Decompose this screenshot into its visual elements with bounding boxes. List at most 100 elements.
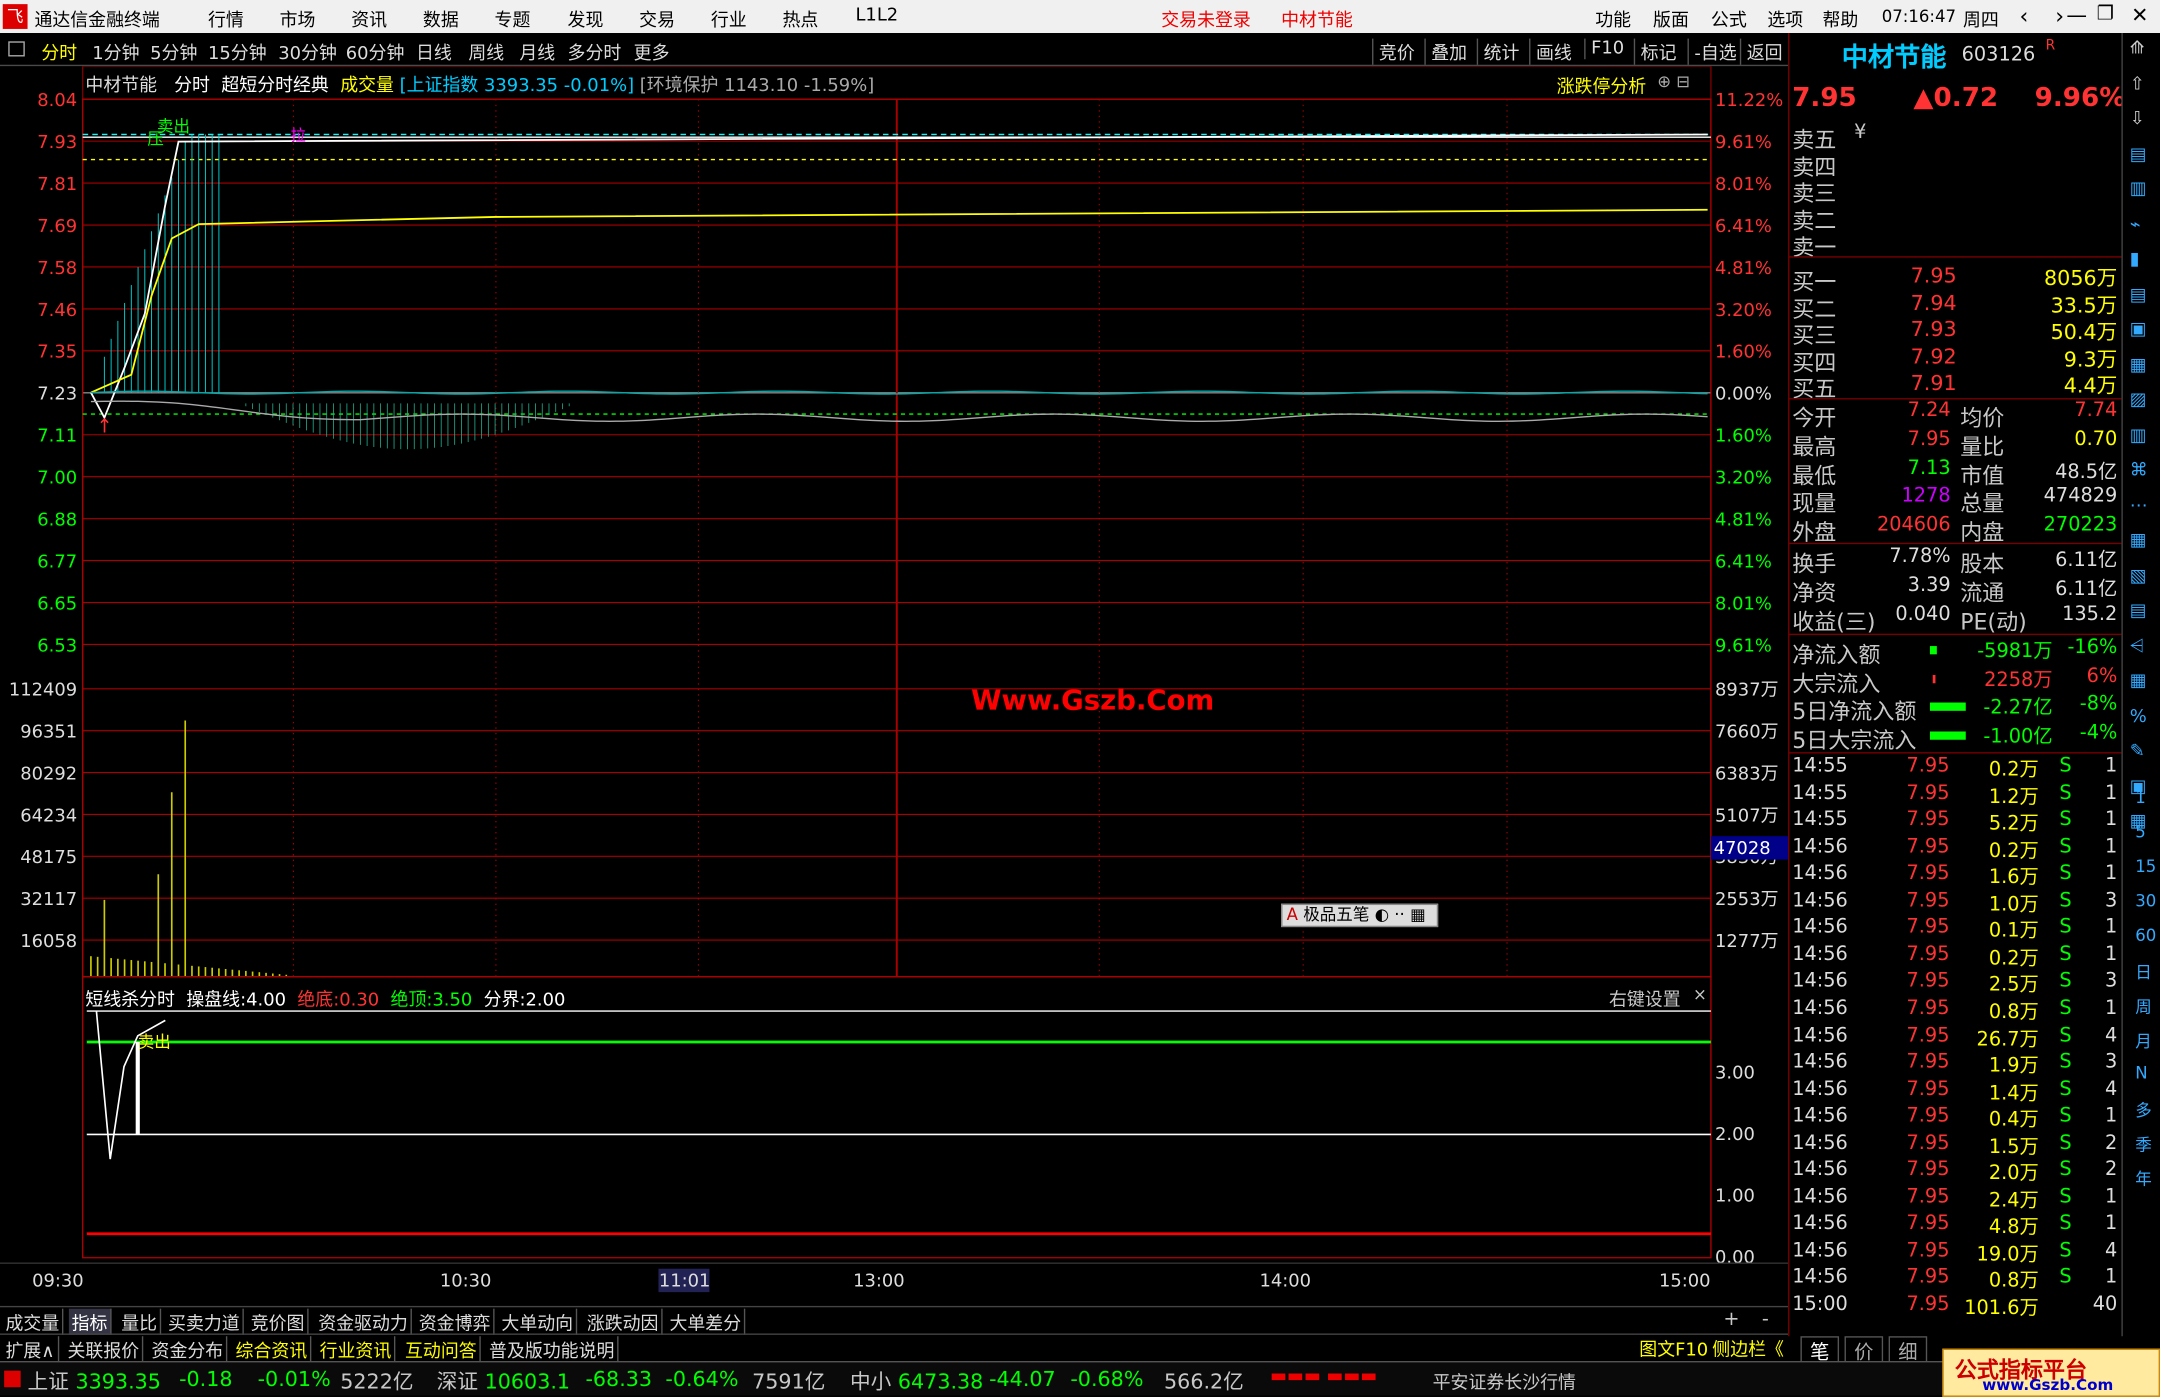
- indicator-close-icon[interactable]: ×: [1693, 985, 1707, 1004]
- bottom-tab-6[interactable]: 资金博弈: [416, 1308, 495, 1335]
- tool-icon-9[interactable]: ▦: [2130, 355, 2147, 376]
- bottom-tab2-3[interactable]: 综合资讯: [233, 1336, 312, 1363]
- menu-1[interactable]: 市场: [280, 6, 316, 32]
- intraday-chart[interactable]: 8.04 11.22% 7.93 9.61% 7.81 8.01% 7.69 6.41% 7.5…: [0, 66, 1789, 1306]
- menu-right-0[interactable]: 功能: [1595, 6, 1631, 32]
- zoom-out-button[interactable]: -: [1762, 1309, 1769, 1331]
- back-icon[interactable]: ‹: [2019, 3, 2028, 29]
- tool-icon-5[interactable]: ⌁: [2130, 214, 2141, 235]
- tool-icon-18[interactable]: ▦: [2130, 671, 2147, 692]
- period-button-1[interactable]: 5: [2135, 822, 2146, 841]
- period-button-2[interactable]: 15: [2135, 857, 2156, 876]
- period-button-7[interactable]: 月: [2135, 1029, 2152, 1052]
- forward-icon[interactable]: ›: [2055, 3, 2064, 29]
- menu-6[interactable]: 交易: [639, 6, 675, 32]
- panel-toggle-icon[interactable]: [8, 41, 25, 57]
- tool-icon-1[interactable]: ⇧: [2130, 74, 2145, 95]
- f10-link[interactable]: 图文F10: [1639, 1335, 1708, 1361]
- sh-label[interactable]: 上证: [28, 1369, 69, 1394]
- timeframe-7[interactable]: 周线: [468, 39, 504, 65]
- sidebar-toggle[interactable]: 侧边栏《: [1712, 1335, 1784, 1361]
- chart-formula[interactable]: 超短分时经典: [221, 76, 328, 97]
- right-click-settings[interactable]: 右键设置: [1609, 985, 1681, 1011]
- toolbar-1[interactable]: 叠加: [1424, 38, 1467, 65]
- bottom-tab2-4[interactable]: 行业资讯: [317, 1336, 396, 1363]
- bottom-tab-2[interactable]: 量比: [118, 1308, 162, 1335]
- bottom-tab2-2[interactable]: 资金分布: [149, 1336, 228, 1363]
- period-button-6[interactable]: 周: [2135, 995, 2152, 1018]
- bottom-tab2-5[interactable]: 互动问答: [402, 1336, 481, 1363]
- tool-icon-2[interactable]: ⇩: [2130, 109, 2145, 130]
- timeframe-2[interactable]: 5分钟: [150, 39, 197, 65]
- period-button-0[interactable]: 1: [2135, 788, 2146, 807]
- tool-icon-11[interactable]: ▥: [2130, 425, 2147, 446]
- toolbar-3[interactable]: 画线: [1529, 38, 1572, 65]
- login-alert[interactable]: 交易未登录: [1161, 6, 1251, 32]
- bottom-tab-0[interactable]: 成交量: [3, 1308, 64, 1335]
- period-button-4[interactable]: 60: [2135, 926, 2156, 945]
- menu-7[interactable]: 行业: [711, 6, 747, 32]
- bottom-tab2-0[interactable]: 扩展∧: [3, 1336, 59, 1363]
- menu-right-3[interactable]: 选项: [1767, 6, 1803, 32]
- menu-0[interactable]: 行情: [208, 6, 244, 32]
- settings-icon[interactable]: ⊕ ⊟: [1657, 72, 1690, 91]
- menu-4[interactable]: 专题: [495, 6, 531, 32]
- menu-3[interactable]: 数据: [423, 6, 459, 32]
- timeframe-1[interactable]: 1分钟: [92, 39, 139, 65]
- bottom-tab-9[interactable]: 大单差分: [667, 1308, 746, 1335]
- bid-price-3[interactable]: 7.92: [1911, 344, 1957, 369]
- tool-icon-17[interactable]: ⩤: [2130, 636, 2144, 657]
- menu-2[interactable]: 资讯: [351, 6, 387, 32]
- period-button-9[interactable]: 多: [2135, 1098, 2152, 1121]
- tool-icon-3[interactable]: ▤: [2130, 144, 2147, 165]
- toolbar-7[interactable]: 返回: [1739, 38, 1783, 65]
- timeframe-5[interactable]: 60分钟: [346, 39, 405, 65]
- toolbar-5[interactable]: 标记: [1633, 38, 1676, 65]
- bottom-tab-7[interactable]: 大单动向: [499, 1308, 578, 1335]
- bottom-tab2-6[interactable]: 普及版功能说明: [486, 1336, 619, 1363]
- tool-icon-0[interactable]: ⟰: [2130, 39, 2145, 60]
- toolbar-2[interactable]: 统计: [1476, 38, 1519, 65]
- period-button-5[interactable]: 日: [2135, 960, 2152, 983]
- tool-icon-10[interactable]: ▨: [2130, 390, 2147, 411]
- timeframe-4[interactable]: 30分钟: [278, 39, 337, 65]
- timeframe-3[interactable]: 15分钟: [208, 39, 267, 65]
- restore-icon[interactable]: ❐: [2097, 3, 2114, 25]
- sz-label[interactable]: 深证: [437, 1369, 478, 1394]
- ime-toolbar[interactable]: A 极品五笔 ◐ ·· ▦: [1281, 903, 1439, 928]
- close-icon[interactable]: ✕: [2131, 3, 2148, 28]
- menu-9[interactable]: L1L2: [855, 6, 898, 27]
- bottom-tab-5[interactable]: 资金驱动力: [315, 1308, 412, 1335]
- bottom-tab-3[interactable]: 买卖力道: [165, 1308, 244, 1335]
- toolbar-4[interactable]: F10: [1584, 38, 1624, 60]
- timeframe-9[interactable]: 多分时: [568, 39, 622, 65]
- menu-5[interactable]: 发现: [568, 6, 604, 32]
- tool-icon-6[interactable]: ▮: [2130, 249, 2140, 270]
- period-button-11[interactable]: 年: [2135, 1167, 2152, 1190]
- tool-icon-19[interactable]: %: [2130, 706, 2147, 727]
- menu-right-4[interactable]: 帮助: [1822, 6, 1858, 32]
- toolbar-0[interactable]: 竞价: [1372, 38, 1415, 65]
- period-button-3[interactable]: 30: [2135, 891, 2156, 910]
- tool-icon-20[interactable]: ✎: [2130, 741, 2145, 762]
- bid-price-1[interactable]: 7.94: [1911, 290, 1957, 315]
- bottom-tab-1[interactable]: 指标: [68, 1308, 112, 1335]
- tool-icon-15[interactable]: ▧: [2130, 565, 2147, 586]
- bid-price-4[interactable]: 7.91: [1911, 371, 1957, 396]
- menu-right-2[interactable]: 公式: [1711, 6, 1747, 32]
- bid-price-2[interactable]: 7.93: [1911, 317, 1957, 342]
- tool-icon-16[interactable]: ▤: [2130, 601, 2147, 622]
- minimize-button[interactable]: —: [2066, 3, 2087, 28]
- menu-right-1[interactable]: 版面: [1653, 6, 1689, 32]
- timeframe-6[interactable]: 日线: [416, 39, 452, 65]
- tool-icon-13[interactable]: ⋯: [2130, 495, 2148, 516]
- tool-icon-7[interactable]: ▤: [2130, 284, 2147, 305]
- period-button-10[interactable]: 季: [2135, 1132, 2152, 1155]
- tool-icon-8[interactable]: ▣: [2130, 320, 2147, 341]
- limit-analysis-button[interactable]: 涨跌停分析: [1557, 72, 1647, 98]
- tool-icon-4[interactable]: ▥: [2130, 179, 2147, 200]
- zx-label[interactable]: 中小: [850, 1369, 891, 1394]
- bottom-tab2-1[interactable]: 关联报价: [65, 1336, 144, 1363]
- period-button-8[interactable]: N: [2135, 1063, 2147, 1082]
- bid-price-0[interactable]: 7.95: [1911, 263, 1957, 288]
